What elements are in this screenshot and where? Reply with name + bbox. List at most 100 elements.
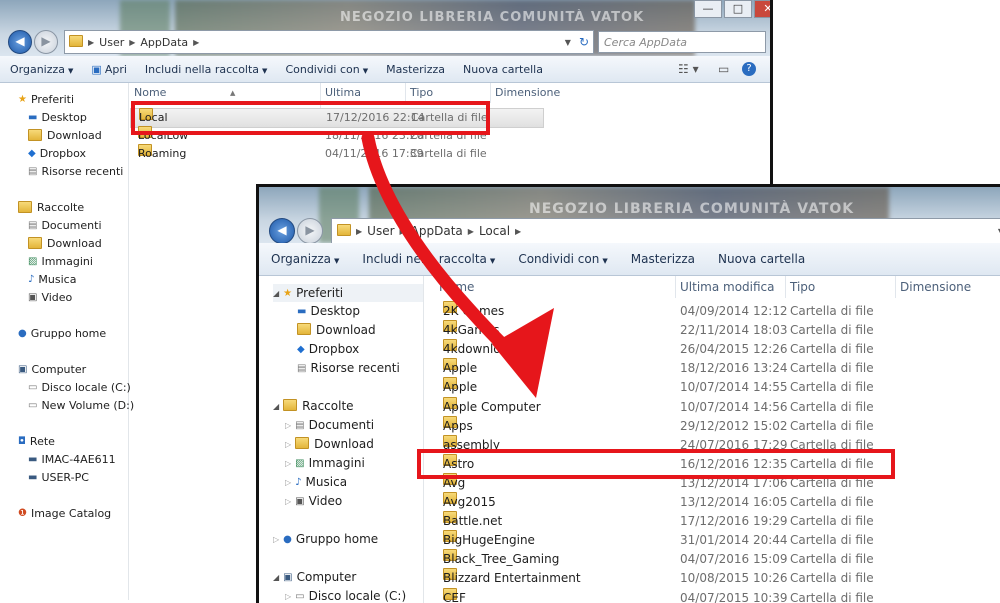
table-row[interactable]: Roaming 04/11/2016 17:39 Cartella di fil…	[130, 145, 770, 163]
column-type[interactable]: Tipo	[785, 276, 895, 298]
burn-button[interactable]: Masterizza	[622, 252, 709, 266]
column-size[interactable]: Dimensione	[895, 276, 1000, 298]
table-row[interactable]: Black_Tree_Gaming04/07/2016 15:09Cartell…	[425, 550, 1000, 569]
file-name: Roaming	[138, 145, 186, 163]
nav-video[interactable]: ▷▣Video	[285, 494, 342, 508]
help-icon[interactable]: ?	[742, 62, 756, 76]
table-row[interactable]: Apple Computer10/07/2014 14:56Cartella d…	[425, 398, 1000, 417]
nav-libraries[interactable]: ◢Raccolte	[273, 399, 354, 413]
table-row[interactable]: BigHugeEngine31/01/2014 20:44Cartella di…	[425, 531, 1000, 550]
address-bar[interactable]: ▶ User ▶ AppData ▶ Local ▶ ▼	[331, 218, 1000, 244]
nav-drive-c[interactable]: ▷▭Disco locale (C:)	[285, 589, 406, 603]
nav-recent[interactable]: ▤Risorse recenti	[28, 165, 123, 178]
table-row[interactable]: Avg201513/12/2014 16:05Cartella di file	[425, 493, 1000, 512]
nav-favorites[interactable]: ◢★Preferiti	[273, 284, 423, 302]
dropbox-icon: ◆	[297, 344, 305, 355]
file-type: Cartella di file	[790, 340, 874, 359]
organize-button[interactable]: Organizza▼	[0, 63, 82, 76]
nav-music[interactable]: ♪Musica	[28, 273, 76, 286]
expand-arrow-icon[interactable]: ▷	[285, 459, 291, 468]
nav-music[interactable]: ▷♪Musica	[285, 475, 347, 489]
expand-arrow-icon[interactable]: ▷	[285, 592, 291, 601]
history-dropdown-icon[interactable]: ▼	[561, 38, 575, 47]
refresh-icon[interactable]: ↻	[575, 35, 593, 49]
nav-desktop[interactable]: ▬Desktop	[297, 304, 360, 318]
expand-arrow-icon[interactable]: ▷	[273, 535, 279, 544]
table-row[interactable]: Battle.net17/12/2016 19:29Cartella di fi…	[425, 512, 1000, 531]
view-options-icon[interactable]: ☷ ▾	[678, 62, 699, 76]
nav-homegroup[interactable]: ●Gruppo home	[18, 327, 106, 340]
nav-lib-download[interactable]: ▷Download	[285, 437, 374, 451]
table-row[interactable]: Apple18/12/2016 13:24Cartella di file	[425, 359, 1000, 378]
nav-homegroup[interactable]: ▷●Gruppo home	[273, 532, 378, 546]
nav-drive-d[interactable]: ▭New Volume (D:)	[28, 399, 134, 412]
nav-documents[interactable]: ▷▤Documenti	[285, 418, 374, 432]
explorer-window-local: NEGOZIO LIBRERIA COMUNITÀ VATOK ◀ ▶ ▶ Us…	[256, 184, 1000, 603]
expand-arrow-icon[interactable]: ▷	[285, 421, 291, 430]
nav-favorites[interactable]: ★Preferiti	[18, 93, 74, 106]
expand-arrow-icon[interactable]: ▷	[285, 440, 291, 449]
history-dropdown-icon[interactable]: ▼	[994, 227, 1000, 236]
maximize-button[interactable]: □	[724, 0, 752, 18]
column-size[interactable]: Dimensione	[490, 83, 570, 103]
forward-button[interactable]: ▶	[297, 218, 323, 244]
nav-computer[interactable]: ◢▣Computer	[273, 570, 356, 584]
column-date[interactable]: Ultima modifica	[675, 276, 785, 298]
column-type[interactable]: Tipo	[405, 83, 490, 103]
address-bar[interactable]: ▶ User ▶ AppData ▶ ▼ ↻	[64, 30, 594, 54]
include-in-library-button[interactable]: Includi nella raccolta▼	[136, 63, 277, 76]
expand-arrow-icon[interactable]: ▷	[285, 497, 291, 506]
nav-drive-c[interactable]: ▭Disco locale (C:)	[28, 381, 131, 394]
column-name[interactable]: Nome	[425, 276, 675, 298]
breadcrumb-appdata[interactable]: AppData	[406, 224, 468, 238]
nav-recent[interactable]: ▤Risorse recenti	[297, 361, 400, 375]
nav-lib-download[interactable]: Download	[28, 237, 102, 250]
organize-button[interactable]: Organizza▼	[259, 252, 353, 266]
share-with-button[interactable]: Condividi con▼	[276, 63, 377, 76]
nav-network[interactable]: ◘Rete	[18, 435, 55, 448]
table-row[interactable]: 4kGames22/11/2014 18:03Cartella di file	[425, 321, 1000, 340]
nav-dropbox[interactable]: ◆Dropbox	[297, 342, 359, 356]
nav-desktop[interactable]: ▬Desktop	[28, 111, 87, 124]
close-button[interactable]: ✕	[754, 0, 773, 18]
file-type: Cartella di file	[790, 550, 874, 569]
nav-pictures[interactable]: ▨Immagini	[28, 255, 93, 268]
new-folder-button[interactable]: Nuova cartella	[454, 63, 552, 76]
navigation-pane: ★Preferiti ▬Desktop Download ◆Dropbox ▤R…	[0, 83, 129, 600]
table-row[interactable]: 4kdownload.com26/04/2015 12:26Cartella d…	[425, 340, 1000, 359]
breadcrumb-appdata[interactable]: AppData	[135, 36, 193, 49]
share-with-button[interactable]: Condividi con▼	[509, 252, 621, 266]
breadcrumb-local[interactable]: Local	[474, 224, 515, 238]
breadcrumb-user[interactable]: User	[362, 224, 399, 238]
column-name[interactable]: Nome	[130, 83, 320, 103]
collapse-arrow-icon: ◢	[273, 289, 279, 298]
table-row[interactable]: CEF04/07/2015 10:39Cartella di file	[425, 589, 1000, 603]
nav-download[interactable]: Download	[28, 129, 102, 142]
new-folder-button[interactable]: Nuova cartella	[709, 252, 814, 266]
search-input[interactable]: Cerca AppData	[598, 31, 766, 53]
table-row[interactable]: Apple10/07/2014 14:55Cartella di file	[425, 378, 1000, 397]
nav-imac[interactable]: ▬IMAC-4AE611	[28, 453, 116, 466]
table-row[interactable]: Apps29/12/2012 15:02Cartella di file	[425, 417, 1000, 436]
nav-video[interactable]: ▣Video	[28, 291, 72, 304]
nav-user-pc[interactable]: ▬USER-PC	[28, 471, 89, 484]
minimize-button[interactable]: —	[694, 0, 722, 18]
nav-dropbox[interactable]: ◆Dropbox	[28, 147, 86, 160]
preview-pane-icon[interactable]: ▭	[718, 62, 729, 76]
nav-pictures[interactable]: ▷▨Immagini	[285, 456, 365, 470]
burn-button[interactable]: Masterizza	[377, 63, 454, 76]
open-button[interactable]: ▣Apri	[82, 63, 136, 76]
back-button[interactable]: ◀	[269, 218, 295, 244]
nav-computer[interactable]: ▣Computer	[18, 363, 86, 376]
table-row[interactable]: 2K Games04/09/2014 12:12Cartella di file	[425, 302, 1000, 321]
include-in-library-button[interactable]: Includi nella raccolta▼	[353, 252, 509, 266]
nav-libraries[interactable]: Raccolte	[18, 201, 84, 214]
breadcrumb-user[interactable]: User	[94, 36, 129, 49]
back-button[interactable]: ◀	[8, 30, 32, 54]
nav-download[interactable]: Download	[297, 323, 376, 337]
nav-documents[interactable]: ▤Documenti	[28, 219, 102, 232]
table-row[interactable]: Blizzard Entertainment10/08/2015 10:26Ca…	[425, 569, 1000, 588]
expand-arrow-icon[interactable]: ▷	[285, 478, 291, 487]
forward-button[interactable]: ▶	[34, 30, 58, 54]
nav-image-catalog[interactable]: ❶Image Catalog	[18, 507, 111, 520]
